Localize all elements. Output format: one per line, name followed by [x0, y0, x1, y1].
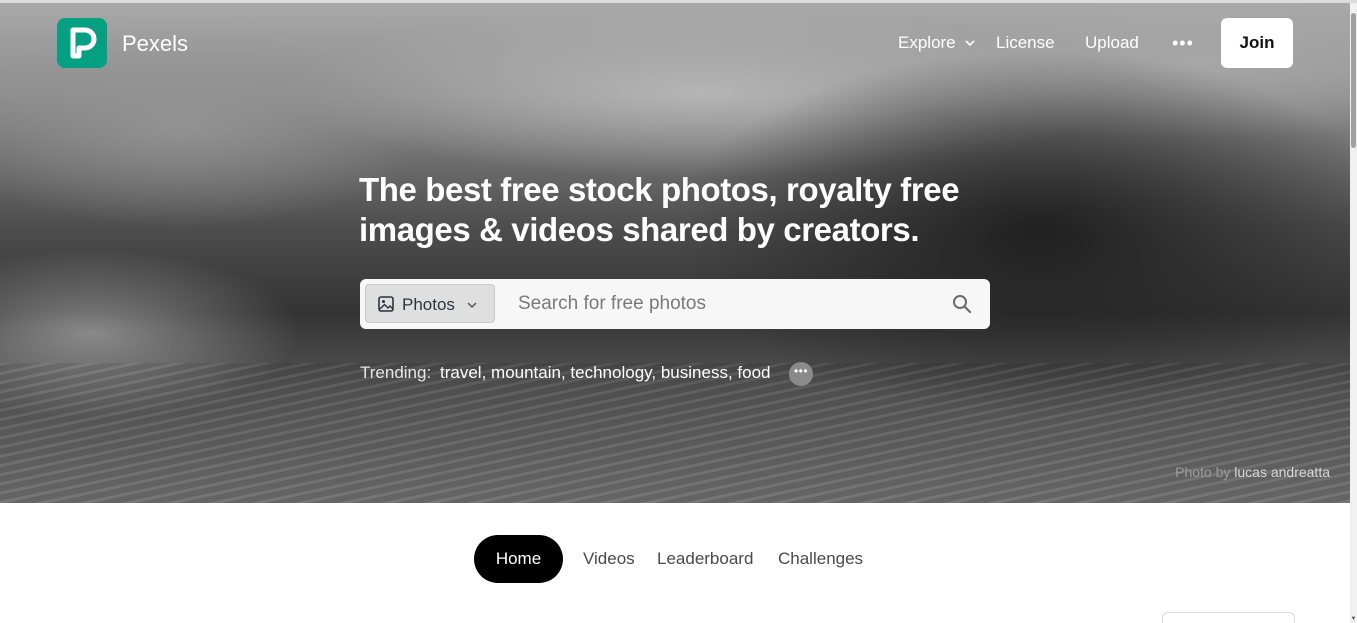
- image-icon: [378, 296, 394, 312]
- brand-name[interactable]: Pexels: [122, 31, 188, 57]
- trending-tag-technology[interactable]: technology: [570, 363, 651, 382]
- search-bar: Photos: [360, 279, 990, 329]
- tab-home[interactable]: Home: [474, 535, 563, 583]
- scroll-down-arrow-icon[interactable]: ▼: [1350, 615, 1357, 623]
- ellipsis-icon[interactable]: •••: [1172, 34, 1194, 52]
- more-icon[interactable]: •••: [789, 362, 813, 386]
- chevron-down-icon[interactable]: [964, 37, 976, 49]
- nav-explore[interactable]: Explore: [898, 33, 956, 53]
- trending-label: Trending:: [360, 363, 432, 382]
- tab-videos[interactable]: Videos: [583, 535, 635, 583]
- chevron-down-icon: [467, 302, 477, 309]
- scrollbar-thumb[interactable]: [1351, 13, 1356, 148]
- media-type-label: Photos: [402, 295, 455, 314]
- nav-license[interactable]: License: [996, 33, 1055, 53]
- trending-tag-mountain[interactable]: mountain: [491, 363, 561, 382]
- page-scrollbar[interactable]: ▼: [1350, 3, 1357, 623]
- media-type-dropdown[interactable]: Photos: [365, 284, 495, 323]
- tab-challenges[interactable]: Challenges: [778, 535, 863, 583]
- photographer-link[interactable]: lucas andreatta: [1234, 464, 1330, 480]
- trending-tag-food[interactable]: food: [737, 363, 770, 382]
- trending-tags: travel, mountain, technology, business, …: [440, 363, 771, 382]
- pexels-logo-icon[interactable]: [57, 18, 107, 68]
- join-button[interactable]: Join: [1221, 18, 1293, 68]
- photo-credit-prefix: Photo by: [1175, 464, 1231, 480]
- tab-leaderboard[interactable]: Leaderboard: [657, 535, 753, 583]
- trending-tag-business[interactable]: business: [661, 363, 728, 382]
- photo-credit: Photo by lucas andreatta: [1175, 464, 1330, 480]
- hero-background-image: [0, 3, 1350, 503]
- filter-dropdown[interactable]: [1162, 612, 1295, 623]
- trending-tag-travel[interactable]: travel: [440, 363, 482, 382]
- search-input[interactable]: [518, 291, 938, 317]
- nav-upload[interactable]: Upload: [1085, 33, 1139, 53]
- hero-headline: The best free stock photos, royalty free…: [359, 171, 960, 248]
- search-icon[interactable]: [952, 294, 972, 314]
